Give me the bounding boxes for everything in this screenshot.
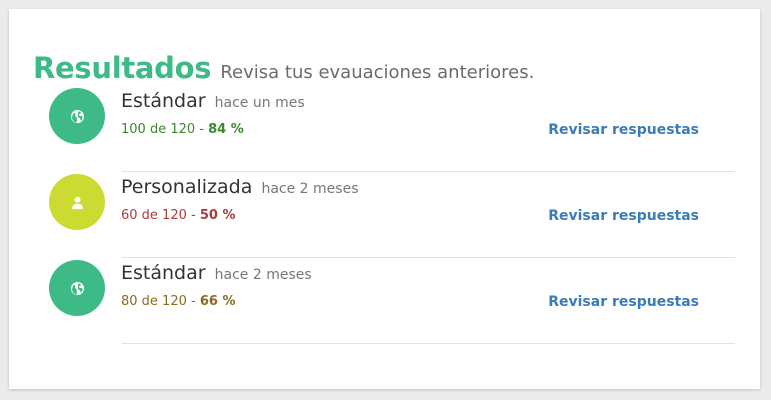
result-percent: 50 % [199,208,236,223]
result-score: 60 de 120 - 50 % [121,208,235,223]
result-percent: 66 % [199,294,236,309]
result-score: 80 de 120 - 66 % [121,294,235,309]
result-title: Estándar hace 2 meses [121,262,312,284]
result-avatar [49,174,105,230]
result-percent: 84 % [208,122,244,137]
results-card: Resultados Revisa tus evauaciones anteri… [9,9,760,389]
result-name: Personalizada [121,176,253,198]
result-item: Estándar hace un mes 100 de 120 - 84 % R… [49,86,735,172]
page-subtitle: Revisa tus evauaciones anteriores. [220,62,535,83]
result-score-text: 80 de 120 - [121,294,200,309]
review-answers-link[interactable]: Revisar respuestas [548,122,699,138]
globe-icon [70,281,84,295]
review-answers-link[interactable]: Revisar respuestas [548,294,699,310]
result-item: Personalizada hace 2 meses 60 de 120 - 5… [49,172,735,258]
user-icon [71,196,83,209]
result-title: Estándar hace un mes [121,90,305,112]
result-avatar [49,260,105,316]
results-header: Resultados Revisa tus evauaciones anteri… [33,51,534,85]
result-name: Estándar [121,90,206,112]
review-answers-link[interactable]: Revisar respuestas [548,208,699,224]
result-score: 100 de 120 - 84 % [121,122,244,137]
page-title: Resultados [33,51,212,85]
result-divider [122,343,735,344]
result-name: Estándar [121,262,206,284]
result-time: hace 2 meses [214,267,312,283]
result-time: hace un mes [214,95,305,111]
result-score-text: 60 de 120 - [121,208,200,223]
result-item: Estándar hace 2 meses 80 de 120 - 66 % R… [49,258,735,344]
globe-icon [70,109,84,123]
result-time: hace 2 meses [261,181,359,197]
result-avatar [49,88,105,144]
result-title: Personalizada hace 2 meses [121,176,359,198]
result-score-text: 100 de 120 - [121,122,209,137]
